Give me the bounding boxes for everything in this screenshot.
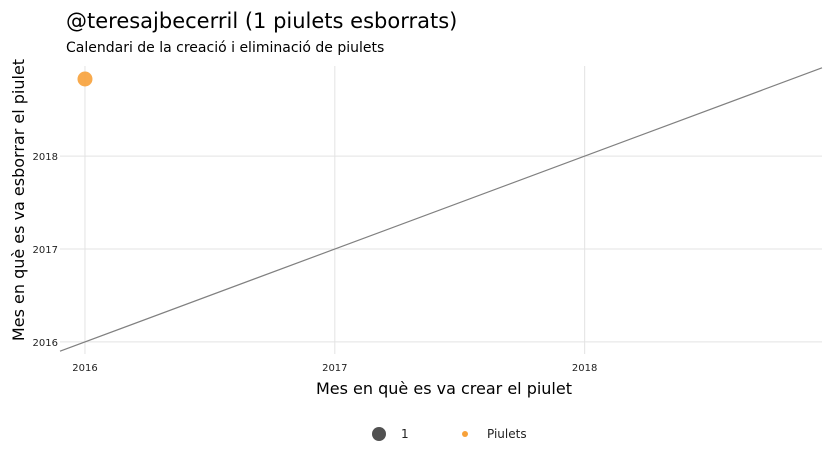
data-points	[77, 71, 93, 87]
legend-size-label: 1	[401, 427, 409, 441]
x-tick-label: 2017	[322, 363, 347, 374]
y-tick-label: 2016	[33, 338, 58, 349]
chart-title: @teresajbecerril (1 piulets esborrats)	[66, 9, 457, 33]
y-axis-title: Mes en què es va esborrar el piulet	[9, 59, 28, 341]
legend-color-key	[462, 431, 468, 437]
x-tick-label: 2018	[572, 363, 597, 374]
chart: @teresajbecerril (1 piulets esborrats) C…	[9, 9, 823, 441]
y-tick-label: 2017	[33, 245, 58, 256]
data-point	[77, 71, 93, 87]
x-axis-ticks: 2016 2017 2018	[72, 363, 597, 374]
x-tick-label: 2016	[72, 363, 97, 374]
legend-size-key	[372, 427, 386, 441]
reference-line	[59, 67, 823, 352]
y-axis-ticks: 2016 2017 2018	[33, 152, 58, 349]
chart-subtitle: Calendari de la creació i eliminació de …	[66, 40, 384, 56]
legend-color-label: Piulets	[487, 427, 527, 441]
y-tick-label: 2018	[33, 152, 58, 163]
x-axis-title: Mes en què es va crear el piulet	[316, 379, 572, 398]
identity-line	[59, 67, 823, 352]
legend: 1 Piulets	[372, 427, 527, 441]
